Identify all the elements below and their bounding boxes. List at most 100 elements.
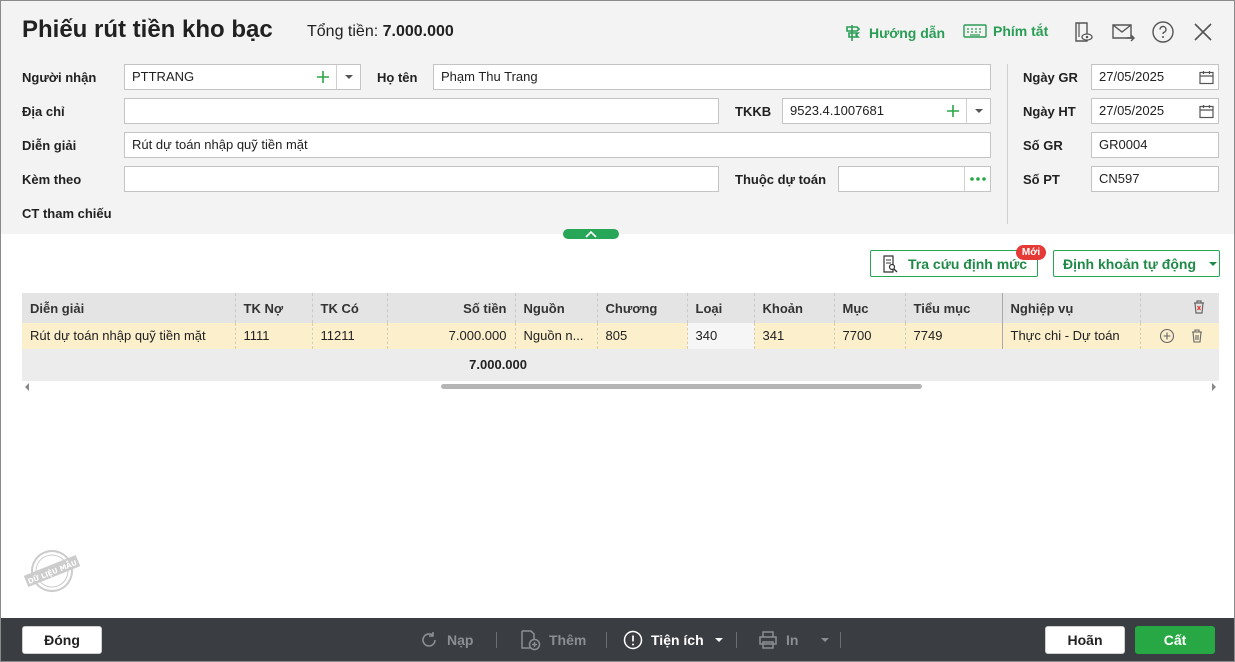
cell-operation[interactable]: Thực chi - Dự toán — [1001, 323, 1141, 350]
print-button[interactable]: In — [758, 628, 830, 652]
keyboard-icon — [963, 24, 987, 38]
reload-button[interactable]: Nạp — [419, 628, 473, 652]
tkkb-combobox[interactable]: 9523.4.1007681 — [782, 98, 991, 124]
scroll-left-icon[interactable] — [24, 383, 30, 391]
recipient-combobox[interactable]: PTTRANG — [124, 64, 361, 90]
scroll-right-icon[interactable] — [1211, 383, 1217, 391]
col-header[interactable]: Nguồn — [515, 293, 598, 323]
date-ht-label: Ngày HT — [1023, 104, 1076, 119]
utility-menu[interactable]: Tiện ích — [623, 628, 724, 652]
so-pt-field[interactable]: CN597 — [1091, 166, 1219, 192]
so-pt-label: Số PT — [1023, 172, 1060, 187]
lookup-norm-label: Tra cứu định mức — [908, 255, 1028, 272]
ref-label: CT tham chiếu — [22, 206, 112, 221]
col-header[interactable]: Số tiền — [387, 293, 516, 323]
cell-item[interactable]: 341 — [754, 323, 835, 350]
delete-all-icon[interactable] — [1191, 299, 1207, 315]
fullname-label: Họ tên — [377, 70, 418, 85]
col-header[interactable]: Khoản — [754, 293, 835, 323]
date-gr-label: Ngày GR — [1023, 70, 1078, 85]
date-ht-field[interactable]: 27/05/2025 — [1091, 98, 1219, 124]
cell-chapter[interactable]: 805 — [597, 323, 688, 350]
col-header[interactable]: TK Có — [312, 293, 388, 323]
chevron-down-icon — [714, 638, 723, 642]
collapse-toggle[interactable] — [563, 229, 619, 239]
auto-entry-button[interactable]: Định khoản tự động — [1053, 250, 1220, 277]
cell-description[interactable]: Rút dự toán nhập quỹ tiền mặt — [22, 323, 236, 350]
more-options-icon[interactable] — [964, 167, 990, 191]
close-button[interactable]: Đóng — [22, 626, 102, 654]
chevron-up-icon — [585, 230, 597, 238]
table-row[interactable]: Rút dự toán nhập quỹ tiền mặt 1111 11211… — [22, 323, 1219, 350]
calendar-icon[interactable] — [1194, 65, 1218, 89]
add-tkkb-icon[interactable] — [941, 99, 965, 123]
info-circle-icon — [623, 630, 643, 650]
add-button[interactable]: Thêm — [519, 628, 586, 652]
cell-credit[interactable]: 11211 — [312, 323, 388, 350]
tkkb-label: TKKB — [735, 104, 772, 119]
cell-section[interactable]: 7700 — [834, 323, 906, 350]
cancel-button[interactable]: Hoãn — [1045, 626, 1125, 654]
cell-type[interactable]: 340 — [687, 323, 755, 350]
printer-icon — [759, 631, 777, 649]
guide-label: Hướng dẫn — [869, 25, 946, 41]
footer-divider — [606, 632, 607, 648]
col-header[interactable]: Chương — [597, 293, 688, 323]
footer-divider — [840, 632, 841, 648]
chevron-down-icon — [821, 638, 830, 642]
add-recipient-icon[interactable] — [311, 65, 335, 89]
address-label: Địa chỉ — [22, 104, 65, 119]
tkkb-dropdown-icon[interactable] — [966, 99, 990, 123]
lookup-norm-button[interactable]: Tra cứu định mức — [870, 250, 1038, 277]
fullname-field[interactable]: Phạm Thu Trang — [433, 64, 991, 90]
col-header[interactable]: Nghiệp vụ — [1001, 293, 1141, 323]
close-icon[interactable] — [1191, 20, 1215, 44]
total-amount: Tổng tiền: 7.000.000 — [307, 23, 454, 41]
so-gr-field[interactable]: GR0004 — [1091, 132, 1219, 158]
delete-all-cell — [1140, 293, 1219, 323]
grid-summary-row: 7.000.000 — [22, 349, 1219, 381]
guide-link[interactable]: Hướng dẫn — [843, 23, 945, 43]
col-header[interactable]: Diễn giải — [22, 293, 236, 323]
recipient-dropdown-icon[interactable] — [336, 65, 360, 89]
help-icon[interactable] — [1151, 20, 1175, 44]
cell-debit[interactable]: 1111 — [235, 323, 313, 350]
view-doc-icon[interactable] — [1071, 20, 1095, 44]
cell-amount[interactable]: 7.000.000 — [387, 323, 516, 350]
description-label: Diễn giải — [22, 138, 77, 153]
row-actions — [1140, 323, 1219, 350]
shortcut-link[interactable]: Phím tắt — [963, 23, 1048, 39]
chevron-down-icon — [1209, 261, 1218, 266]
scrollbar-thumb[interactable] — [441, 384, 922, 389]
add-row-icon[interactable] — [1159, 328, 1175, 344]
tkkb-value: 9523.4.1007681 — [790, 103, 884, 118]
address-field[interactable] — [124, 98, 719, 124]
new-badge: Mới — [1016, 245, 1046, 260]
col-header[interactable]: Loại — [687, 293, 755, 323]
total-value: 7.000.000 — [382, 23, 454, 40]
so-gr-label: Số GR — [1023, 138, 1063, 153]
delete-row-icon[interactable] — [1189, 328, 1205, 344]
sample-data-stamp: DỮ LIỆU MẪU — [23, 550, 81, 592]
send-mail-icon[interactable] — [1111, 20, 1135, 44]
cell-source[interactable]: Nguồn n... — [515, 323, 598, 350]
horizontal-scrollbar[interactable] — [22, 382, 1219, 392]
col-header[interactable]: Tiểu mục — [905, 293, 1003, 323]
attach-field[interactable] — [124, 166, 719, 192]
date-gr-field[interactable]: 27/05/2025 — [1091, 64, 1219, 90]
footer-divider — [496, 632, 497, 648]
description-field[interactable]: Rút dự toán nhập quỹ tiền mặt — [124, 132, 991, 158]
grid-header-row: Diễn giải TK Nợ TK Có Số tiền Nguồn Chươ… — [22, 293, 1219, 323]
attach-label: Kèm theo — [22, 172, 82, 187]
col-header[interactable]: Mục — [834, 293, 906, 323]
calendar-icon[interactable] — [1194, 99, 1218, 123]
footer-bar: Đóng Nạp Thêm Tiện ích In Hoãn Cất — [1, 618, 1234, 661]
signpost-icon — [846, 25, 861, 41]
budget-field[interactable] — [838, 166, 991, 192]
col-header[interactable]: TK Nợ — [235, 293, 313, 323]
cell-subsection[interactable]: 7749 — [905, 323, 1003, 350]
save-button[interactable]: Cất — [1135, 626, 1215, 654]
print-label: In — [786, 632, 799, 648]
column-divider — [1007, 64, 1008, 224]
detail-grid: Diễn giải TK Nợ TK Có Số tiền Nguồn Chươ… — [22, 293, 1219, 350]
